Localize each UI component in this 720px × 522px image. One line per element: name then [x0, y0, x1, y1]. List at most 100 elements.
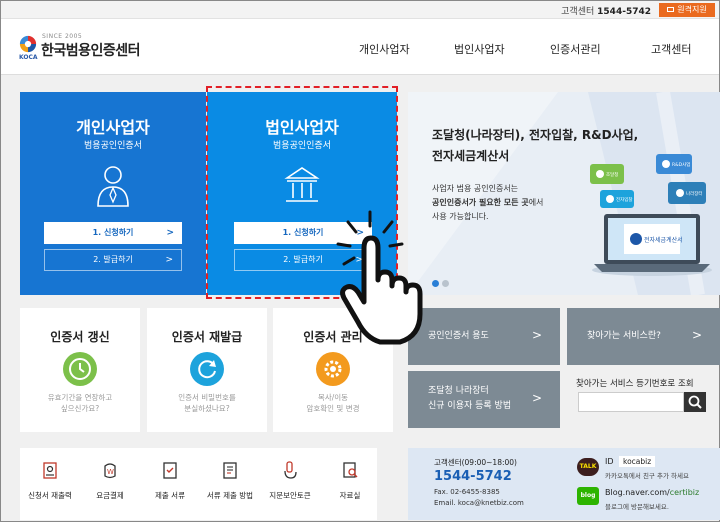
service-desc-line: 복사/이동 [317, 393, 349, 402]
corporate-apply-button[interactable]: 1. 신청하기 > [234, 222, 372, 244]
promo-banner[interactable]: 조달청(나라장터), 전자입찰, R&D사업, 전자세금계산서 사업자 범용 공… [408, 92, 720, 295]
arrow-right-icon: > [356, 228, 364, 238]
contact-fax: Fax. 02-6455-8385 [434, 488, 500, 496]
contact-hours: 고객센터(09:00~18:00) [434, 458, 517, 467]
find-service-button[interactable]: 찾아가는 서비스란? > [567, 308, 720, 365]
banner-desc-2-rest: 에서 [528, 198, 544, 207]
service-manage[interactable]: 인증서 관리 복사/이동 암호확인 및 변경 [273, 308, 393, 432]
logo-since: SINCE 2005 [42, 33, 83, 40]
clipboard-icon [163, 462, 177, 479]
card-subtitle: 범용공인인증서 [84, 141, 142, 151]
contact-email: Email. koca@knetbiz.com [434, 499, 524, 507]
nara-register-line1: 조달청 나라장터 [428, 386, 489, 396]
banner-desc-2: 공인인증서가 필요한 모든 곳에서 [432, 196, 582, 210]
contact-panel: 고객센터(09:00~18:00) 1544-5742 Fax. 02-6455… [408, 448, 720, 520]
contact-phone: 1544-5742 [434, 469, 512, 484]
card-subtitle: 범용공인인증서 [273, 141, 331, 151]
arrow-right-icon: > [691, 328, 702, 342]
quick-link-reprint[interactable]: 신청서 재출력 [20, 448, 80, 520]
clock-icon [63, 352, 97, 386]
kakaotalk-icon[interactable]: TALK [577, 458, 599, 476]
laptop-illustration: 전자세금계산서 조달청 전자입찰 R&D사업 나라장터 [590, 154, 712, 276]
quick-link-submission-method[interactable]: 서류 제출 방법 [200, 448, 260, 520]
issue-label: 2. 발급하기 [93, 255, 133, 264]
print-icon [43, 462, 57, 479]
card-title: 개인사업자 [76, 118, 150, 137]
banner-desc-1: 사업자 범용 공인인증서는 [432, 184, 519, 193]
quick-link-label: 신청서 재출력 [28, 491, 72, 500]
archive-icon [343, 462, 358, 478]
apply-label: 1. 신청하기 [92, 228, 134, 237]
monitor-icon [667, 7, 675, 12]
pagination-dot-active[interactable] [432, 280, 439, 287]
nav-cert-management[interactable]: 인증서관리 [550, 41, 601, 57]
remote-support-button[interactable]: 원격지원 [659, 3, 715, 17]
refresh-icon [190, 352, 224, 386]
apply-label: 1. 신청하기 [282, 228, 324, 237]
blog-link[interactable]: Blog.naver.com/certibiz [605, 488, 699, 497]
kakao-id-value: kocabiz [619, 456, 656, 467]
quick-link-documents[interactable]: 제출 서류 [140, 448, 200, 520]
quick-link-label: 서류 제출 방법 [206, 491, 254, 500]
search-button[interactable] [684, 392, 706, 412]
blog-icon[interactable]: blog [577, 487, 599, 505]
service-title: 인증서 갱신 [50, 330, 110, 344]
nav-corporate[interactable]: 법인사업자 [454, 41, 505, 57]
won-icon: W [104, 463, 116, 479]
quick-link-payment[interactable]: W 요금결제 [80, 448, 140, 520]
banner-desc-2-bold: 공인인증서가 필요한 모든 곳 [432, 198, 529, 207]
service-desc-line: 싶으신가요? [60, 404, 100, 413]
blog-url-prefix: Blog.naver.com/ [605, 488, 670, 497]
remote-support-label: 원격지원 [677, 5, 707, 14]
quick-link-label: 자료실 [339, 491, 361, 500]
nav-customer-center[interactable]: 고객센터 [651, 41, 691, 57]
banner-headline-2: 전자세금계산서 [432, 149, 510, 163]
koca-logo[interactable]: SINCE 2005 한국범용인증센터 KOCA [19, 33, 149, 67]
nara-register-line2: 신규 이용자 등록 방법 [428, 401, 512, 411]
customer-center-phone: 1544-5742 [597, 7, 651, 17]
customer-center-label: 고객센터 [561, 7, 595, 17]
kakao-description: 카카오톡에서 친구 추가 하세요 [605, 472, 689, 480]
service-renew[interactable]: 인증서 갱신 유효기간을 연장하고 싶으신가요? [20, 308, 140, 432]
individual-apply-button[interactable]: 1. 신청하기 > [44, 222, 182, 244]
pagination-dot[interactable] [442, 280, 449, 287]
corporate-issue-button[interactable]: 2. 발급하기 > [234, 249, 372, 271]
banner-pagination [432, 272, 452, 291]
badge-label: 조달청 [606, 171, 618, 178]
service-desc: 인증서 비밀번호를 분실하셨나요? [147, 392, 267, 414]
svg-text:W: W [107, 468, 114, 476]
card-title: 법인사업자 [265, 118, 339, 137]
cert-usage-button[interactable]: 공인인증서 용도 > [408, 308, 560, 365]
logo-name: 한국범용인증센터 [41, 43, 141, 59]
service-desc-line: 유효기간을 연장하고 [47, 393, 113, 402]
individual-issue-button[interactable]: 2. 발급하기 > [44, 249, 182, 271]
quick-link-fingerprint-token[interactable]: 지문보안토큰 [260, 448, 320, 520]
arrow-right-icon: > [531, 328, 542, 342]
issue-label: 2. 발급하기 [283, 255, 323, 264]
registered-number-search-label: 찾아가는 서비스 등기번호로 조회 [576, 379, 694, 389]
corporate-business-card: 법인사업자 범용공인인증서 1. 신청하기 > 2. 발급하기 > [207, 92, 397, 295]
service-reissue[interactable]: 인증서 재발급 인증서 비밀번호를 분실하셨나요? [147, 308, 267, 432]
top-utility-bar: 고객센터 1544-5742 원격지원 [1, 1, 719, 19]
gear-icon [316, 352, 350, 386]
building-icon [284, 167, 320, 202]
nara-register-button[interactable]: 조달청 나라장터 신규 이용자 등록 방법 > [408, 371, 560, 428]
banner-headline-1: 조달청(나라장터), 전자입찰, R&D사업, [432, 128, 639, 142]
registered-number-input[interactable] [578, 392, 684, 412]
logo-abbr: KOCA [19, 54, 38, 61]
token-icon [284, 461, 297, 479]
quick-links-bar: 신청서 재출력 W 요금결제 제출 서류 서류 제출 방법 지문보안토큰 자료실 [20, 448, 377, 520]
nav-individual[interactable]: 개인사업자 [359, 41, 410, 57]
service-desc-line: 암호확인 및 변경 [306, 404, 360, 413]
service-title: 인증서 관리 [303, 330, 363, 344]
badge-label: 나라장터 [686, 190, 703, 197]
badge-label: 전자입찰 [616, 196, 633, 203]
cert-usage-label: 공인인증서 용도 [428, 331, 489, 341]
person-icon [97, 166, 129, 207]
service-title: 인증서 재발급 [171, 330, 243, 344]
quick-link-label: 요금결제 [96, 491, 124, 500]
service-desc-line: 인증서 비밀번호를 [178, 393, 236, 402]
quick-link-archive[interactable]: 자료실 [320, 448, 380, 520]
document-icon [223, 462, 237, 479]
blog-description: 블로그에 방문해보세요. [605, 503, 669, 511]
